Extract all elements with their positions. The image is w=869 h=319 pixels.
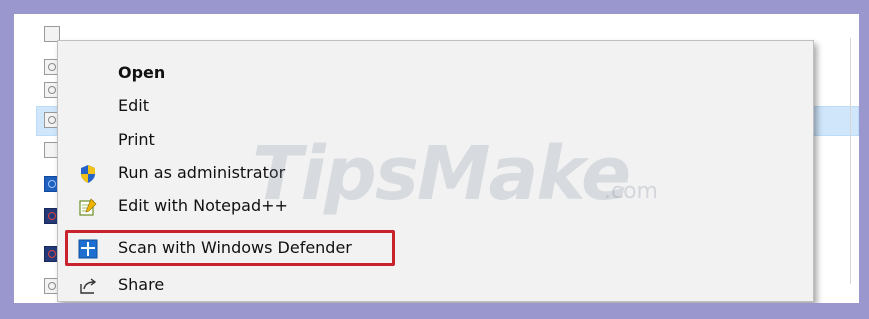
menu-item-edit-with-notepad-plus-plus[interactable]: Edit with Notepad++ [58,191,813,221]
menu-item-edit[interactable]: Edit [58,91,813,121]
scrollbar[interactable] [850,38,851,284]
menu-item-label: Edit [118,96,149,115]
menu-item-open[interactable]: Open [58,58,813,88]
screenshot-frame: Open Edit Print Run as administrator Edi… [14,14,859,303]
notepad-plus-plus-icon [78,197,98,217]
uac-shield-icon [78,164,98,184]
context-menu: Open Edit Print Run as administrator Edi… [57,40,814,302]
menu-item-run-as-administrator[interactable]: Run as administrator [58,158,813,188]
menu-item-share[interactable]: Share [58,270,813,300]
menu-item-label: Run as administrator [118,163,286,182]
menu-item-label: Share [118,275,165,294]
menu-item-label: Edit with Notepad++ [118,196,288,215]
share-icon [78,276,98,296]
menu-item-print[interactable]: Print [58,125,813,155]
menu-item-label: Open [118,63,166,82]
menu-item-label: Print [118,130,155,149]
annotation-highlight-box [65,230,395,266]
